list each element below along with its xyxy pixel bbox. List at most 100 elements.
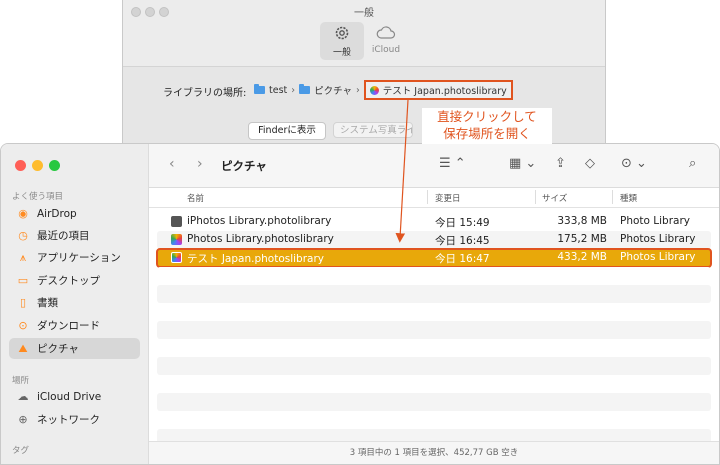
applications-icon: ⩚ (19, 250, 27, 264)
column-divider (612, 190, 613, 204)
path-segment-library[interactable]: テスト Japan.photoslibrary (363, 80, 513, 100)
photos-library-icon (171, 234, 182, 245)
row-date: 今日 16:47 (435, 253, 490, 265)
window-title: ピクチャ (221, 159, 267, 173)
library-location-label: ライブラリの場所: (163, 88, 247, 99)
sidebar-item-pictures[interactable]: ⛰ ピクチャ (9, 338, 140, 359)
sidebar-item-label: AirDrop (37, 207, 77, 220)
photo-library-icon (171, 216, 182, 227)
column-name[interactable]: 名前 (187, 192, 204, 204)
row-date: 今日 16:45 (435, 235, 490, 247)
row-size: 433,2 MB (557, 251, 607, 263)
airdrop-icon: ◉ (18, 207, 28, 220)
download-icon: ⊙ (18, 319, 28, 332)
sidebar-item-label: デスクトップ (37, 275, 100, 287)
zoom-button[interactable] (49, 160, 60, 171)
chevron-right-icon: › (291, 84, 296, 96)
row-date: 今日 15:49 (435, 217, 490, 229)
column-header: 名前 変更日 サイズ 種類 (149, 187, 719, 208)
use-as-system-library-button: システム写真ライ (333, 122, 413, 138)
photos-library-icon (369, 85, 379, 95)
sidebar-item-label: iCloud Drive (37, 390, 102, 403)
sidebar-item-recents[interactable]: ◷ 最近の項目 (9, 225, 140, 246)
forward-button[interactable]: › (197, 156, 203, 172)
close-button[interactable] (15, 160, 26, 171)
share-icon[interactable]: ⇪ (555, 156, 566, 171)
photos-library-icon (171, 252, 182, 263)
sidebar-item-downloads[interactable]: ⊙ ダウンロード (9, 315, 140, 336)
sidebar-item-label: アプリケーション (37, 252, 121, 264)
empty-row (157, 321, 711, 339)
path-segment-test[interactable]: test (254, 84, 288, 96)
row-size: 333,8 MB (557, 215, 607, 227)
empty-row (157, 357, 711, 375)
chevron-right-icon: › (355, 84, 360, 96)
sidebar: よく使う項目 ◉ AirDrop ◷ 最近の項目 ⩚ アプリケーション ▭ デスクトップ… (1, 144, 149, 464)
prefs-title: 一般 (354, 8, 374, 19)
sidebar-item-label: 最近の項目 (37, 230, 90, 242)
minimize-button[interactable] (32, 160, 43, 171)
sidebar-item-applications[interactable]: ⩚ アプリケーション (9, 247, 140, 268)
search-icon[interactable]: ⌕ (689, 156, 696, 171)
gear-icon (320, 24, 364, 44)
column-divider (535, 190, 536, 204)
row-size: 175,2 MB (557, 233, 607, 245)
tab-icloud[interactable]: iCloud (364, 22, 408, 60)
sidebar-item-label: ピクチャ (37, 343, 79, 355)
sidebar-item-documents[interactable]: ▯ 書類 (9, 292, 140, 313)
empty-row (157, 285, 711, 303)
folder-icon (299, 84, 311, 94)
cloud-icon: ☁ (17, 390, 29, 403)
tab-general-label: 一般 (332, 48, 351, 58)
path-segment-label: ピクチャ (314, 86, 352, 97)
row-kind: Photo Library (620, 215, 691, 227)
sidebar-item-desktop[interactable]: ▭ デスクトップ (9, 270, 140, 291)
library-path: test › ピクチャ › テスト Japan.photoslibrary (254, 80, 513, 100)
column-divider (427, 190, 428, 204)
row-kind: Photos Library (620, 251, 696, 263)
sidebar-section-locations: 場所 (12, 376, 30, 386)
list-view-icon[interactable]: ☰ ⌃ (439, 156, 466, 171)
group-icon[interactable]: ▦ ⌄ (509, 156, 536, 171)
row-name: テスト Japan.photoslibrary (187, 253, 324, 265)
sidebar-item-label: ダウンロード (37, 320, 100, 332)
sidebar-item-icloud-drive[interactable]: ☁ iCloud Drive (9, 386, 140, 407)
column-kind[interactable]: 種類 (620, 192, 637, 204)
document-icon: ▯ (19, 296, 27, 309)
table-row-selected[interactable]: テスト Japan.photoslibrary 今日 16:47 433,2 M… (156, 248, 712, 268)
tag-icon[interactable]: ◇ (585, 156, 595, 171)
desktop-icon: ▭ (17, 274, 29, 287)
empty-row (157, 393, 711, 411)
annotation-line: 直接クリックして (437, 109, 537, 124)
row-name: iPhotos Library.photolibrary (187, 215, 332, 227)
path-segment-label: test (269, 84, 288, 96)
sidebar-section-tags: タグ (12, 446, 30, 456)
annotation-line: 保存場所を開く (443, 126, 531, 141)
column-size[interactable]: サイズ (542, 192, 567, 204)
table-row[interactable]: Photos Library.photoslibrary 今日 16:45 17… (157, 231, 711, 249)
sidebar-item-network[interactable]: ⊕ ネットワーク (9, 409, 140, 430)
sidebar-item-label: ネットワーク (37, 414, 100, 426)
column-date[interactable]: 変更日 (435, 192, 461, 204)
row-name: Photos Library.photoslibrary (187, 233, 334, 245)
pictures-icon: ⛰ (18, 341, 28, 355)
row-kind: Photos Library (620, 233, 696, 245)
prefs-titlebar: 一般 (123, 0, 605, 22)
empty-row (157, 267, 711, 285)
path-segment-pictures[interactable]: ピクチャ (299, 83, 352, 97)
cloud-icon (364, 24, 408, 44)
tab-icloud-label: iCloud (371, 45, 401, 55)
more-icon[interactable]: ⊙ ⌄ (621, 156, 647, 171)
show-in-finder-button[interactable]: Finderに表示 (248, 122, 326, 140)
clock-icon: ◷ (18, 229, 28, 242)
table-row[interactable]: iPhotos Library.photolibrary 今日 15:49 33… (157, 213, 711, 231)
network-icon: ⊕ (18, 413, 28, 426)
annotation-callout: 直接クリックして 保存場所を開く (422, 108, 552, 144)
sidebar-item-label: 書類 (37, 297, 58, 309)
tab-general[interactable]: 一般 (320, 22, 364, 60)
back-button[interactable]: ‹ (169, 156, 175, 172)
finder-toolbar: ‹ › ピクチャ ☰ ⌃ ▦ ⌄ ⇪ ◇ ⊙ ⌄ ⌕ (149, 144, 719, 188)
sidebar-item-airdrop[interactable]: ◉ AirDrop (9, 203, 140, 224)
path-segment-label: テスト Japan.photoslibrary (382, 86, 507, 97)
finder-window: よく使う項目 ◉ AirDrop ◷ 最近の項目 ⩚ アプリケーション ▭ デスクトップ… (0, 143, 720, 465)
